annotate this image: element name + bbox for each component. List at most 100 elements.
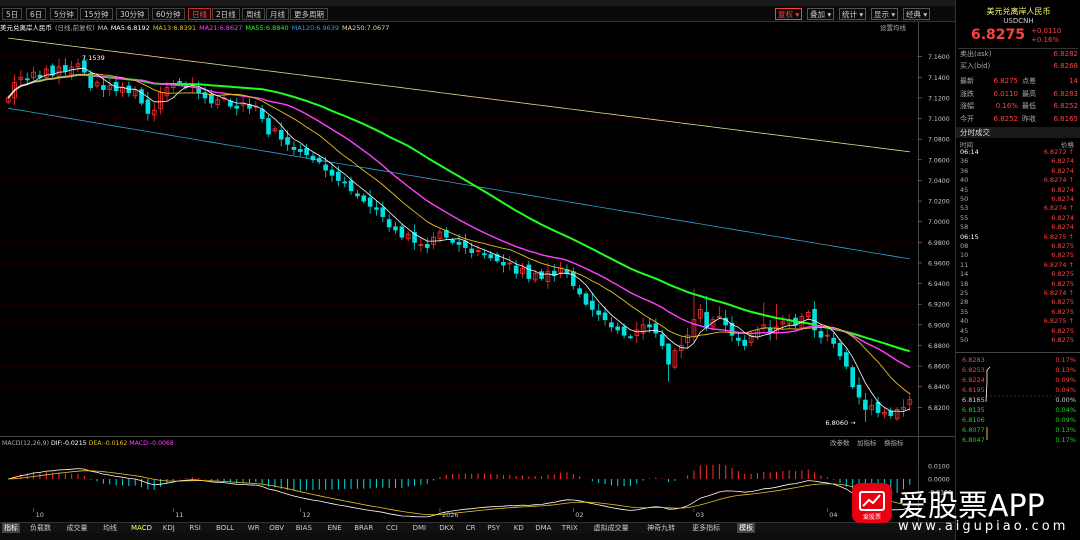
price-tick-label: 6.9000: [928, 322, 950, 329]
tick-time: 55: [960, 213, 969, 222]
candle-body: [450, 239, 455, 243]
price-tick-label: 6.9600: [928, 260, 950, 267]
candle-body: [82, 60, 87, 73]
indicator-tab-18[interactable]: KD: [514, 523, 524, 533]
subchart-tool-0[interactable]: 改参数: [830, 438, 850, 447]
tick-price: 6.8272 ↑: [1043, 148, 1074, 156]
tick-price: 6.8274: [1051, 195, 1074, 203]
indicator-tab-5[interactable]: KDJ: [163, 523, 175, 533]
ticks-title[interactable]: 分时成交: [956, 127, 1080, 138]
tick-time: 40: [960, 317, 969, 326]
tick-time: 11: [960, 260, 969, 269]
tick-price: 6.8274: [1051, 223, 1074, 232]
price-tick-label: 7.0400: [928, 178, 950, 185]
candle-body: [704, 312, 709, 328]
candle-body: [361, 195, 367, 202]
indicator-tab-8[interactable]: WR: [248, 523, 260, 533]
candle-body: [628, 336, 633, 339]
ma55-line: [7, 73, 911, 353]
indicator-tab-14[interactable]: DMI: [413, 523, 427, 533]
candle-body: [399, 226, 405, 238]
quote-stat-value: 0.0110: [993, 89, 1019, 98]
candle-body: [666, 343, 671, 365]
high-annotation: 7.1539: [82, 54, 105, 62]
tick-row: 11 6.8274 ↑: [958, 261, 1076, 270]
indicator-tab-17[interactable]: PSY: [487, 523, 500, 533]
indicator-tab-12[interactable]: BRAR: [354, 523, 373, 533]
candle-body: [590, 300, 595, 310]
mini-intraday-line: [956, 352, 1080, 440]
quote-stat-label: 今开: [960, 114, 974, 123]
quote-stat-value: 14: [1069, 77, 1078, 85]
candle-body: [304, 148, 309, 156]
tick-time: 50: [960, 195, 969, 203]
candle-body: [329, 169, 335, 176]
indicator-tab-0[interactable]: 指标: [2, 523, 20, 533]
candle-body: [145, 99, 151, 114]
candle-body: [526, 264, 532, 279]
candle-body: [177, 80, 182, 83]
indicator-tab-22[interactable]: 神奇九转: [647, 523, 675, 533]
ma13-line: [7, 73, 911, 395]
tick-price: 6.8275 ↑: [1043, 317, 1074, 326]
indicator-tab-24[interactable]: 模板: [737, 523, 756, 533]
subchart-tool-1[interactable]: 加指标: [857, 438, 877, 447]
candle-body: [513, 265, 519, 274]
date-tick-label: 12: [302, 511, 310, 519]
price-tick-label: 7.0000: [928, 219, 950, 226]
date-tick-label: 03: [696, 511, 704, 519]
indicator-tab-16[interactable]: CR: [466, 523, 476, 533]
tick-time: 45: [960, 185, 969, 194]
indicator-tab-bar: 指标 负载数 成交量 均线 MACD KDJ RSI BOLL WR OBV BIAS ENE BRAR…: [0, 522, 955, 533]
quote-stat-label: 涨幅: [960, 102, 974, 110]
candle-body: [831, 337, 836, 344]
tick-time: 06:15: [960, 232, 979, 241]
subchart-tool-2[interactable]: 换指标: [884, 438, 904, 447]
indicator-tab-15[interactable]: DKX: [439, 523, 454, 533]
indicator-tab-13[interactable]: CCI: [386, 523, 398, 533]
indicator-tab-3[interactable]: 均线: [103, 523, 117, 533]
indicator-tab-1[interactable]: 负载数: [30, 523, 51, 533]
indicator-tab-11[interactable]: ENE: [328, 523, 342, 533]
quote-stat-value: 6.8283: [1053, 89, 1079, 98]
indicator-tab-19[interactable]: DMA: [535, 523, 551, 533]
tick-row: 55 6.8274: [958, 214, 1076, 223]
indicator-tab-6[interactable]: RSI: [189, 523, 200, 533]
tick-row: 28 6.8275: [958, 298, 1076, 307]
tick-time: 06:14: [960, 148, 979, 156]
indicator-tab-10[interactable]: BIAS: [296, 523, 312, 533]
candle-body: [342, 181, 348, 184]
tick-time: 58: [960, 223, 969, 232]
date-tick-label: 02: [575, 511, 583, 519]
tick-price: 6.8275: [1051, 298, 1074, 307]
date-tick-label: 10: [36, 511, 44, 519]
logo-badge: 爱股票: [852, 483, 892, 523]
candle-body: [844, 352, 849, 367]
indicator-tab-2[interactable]: 成交量: [67, 523, 88, 533]
indicator-tab-20[interactable]: TRIX: [562, 523, 578, 533]
macd-header-part-0: MACD(12,26,9): [2, 440, 49, 447]
candle-body: [602, 312, 608, 321]
candle-body: [615, 326, 621, 331]
tick-row: 10 6.8275: [958, 251, 1076, 260]
tick-row: 53 6.8274 ↑: [958, 204, 1076, 213]
macd-header-part-3: MACD:-0.0068: [127, 440, 174, 447]
indicator-tab-7[interactable]: BOLL: [216, 523, 234, 533]
quote-stat-value: 6.8252: [1053, 102, 1079, 110]
candle-body: [101, 85, 106, 91]
indicator-tab-21[interactable]: 虚拟成交量: [594, 523, 629, 533]
indicator-tab-4[interactable]: MACD: [131, 523, 152, 533]
candle-body: [386, 219, 392, 228]
tick-price: 6.8275: [1051, 242, 1074, 250]
price-tick-label: 7.0600: [928, 157, 950, 164]
tick-price: 6.8274 ↑: [1043, 289, 1074, 297]
tick-row: 35 6.8275: [958, 308, 1076, 317]
logo-url: www.aigupiao.com: [898, 519, 1069, 534]
quote-stat-label: 点差: [1022, 77, 1036, 85]
indicator-tab-23[interactable]: 更多指标: [692, 523, 720, 533]
indicator-tab-9[interactable]: OBV: [269, 523, 284, 533]
instrument-code: USDCNH: [1003, 17, 1034, 25]
candle-body: [285, 137, 290, 145]
date-tick-label: 11: [175, 511, 183, 519]
price-tick-label: 7.1000: [928, 116, 950, 123]
